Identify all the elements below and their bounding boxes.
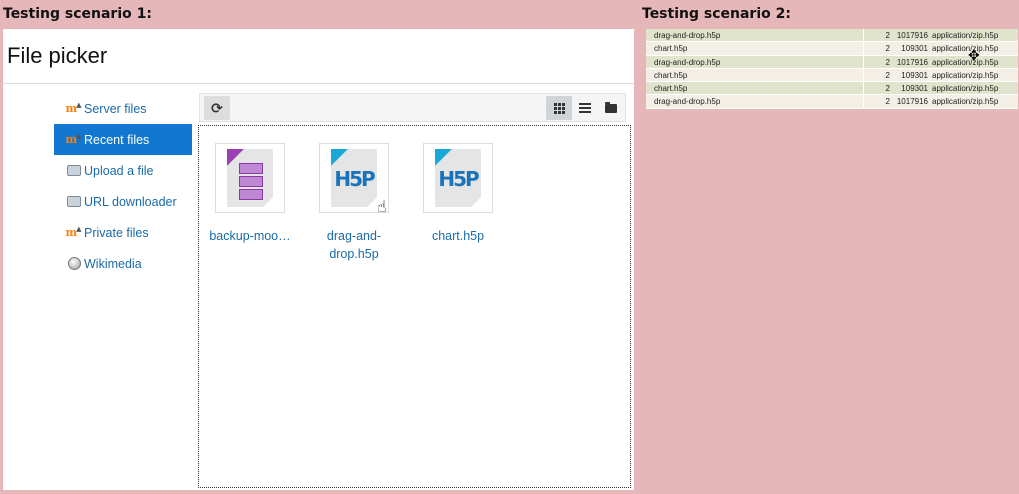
refresh-button[interactable]: ⟳ — [204, 96, 230, 120]
file-name: drag-and-drop.h5p — [326, 229, 382, 261]
view-tree-button[interactable] — [598, 96, 624, 120]
sidebar-item-upload-file[interactable]: Upload a file — [54, 155, 192, 186]
sidebar-item-wikimedia[interactable]: Wikimedia — [54, 248, 192, 279]
list-icon — [579, 103, 591, 113]
file-name: chart.h5p — [431, 229, 485, 243]
table-row[interactable]: drag-and-drop.h5p 2 1017916 application/… — [646, 55, 1018, 69]
sidebar-item-label: Server files — [84, 101, 147, 116]
scenario-2-label: Testing scenario 2: — [642, 6, 791, 22]
upload-icon — [67, 196, 81, 207]
view-icons-button[interactable] — [546, 96, 572, 120]
file-thumbnail: H5P ☝ — [319, 143, 389, 216]
file-thumbnail: H5P — [423, 143, 493, 213]
sidebar-item-label: URL downloader — [84, 194, 177, 209]
file-item-chart[interactable]: H5P chart.h5p — [411, 143, 505, 245]
view-list-button[interactable] — [572, 96, 598, 120]
sidebar-item-label: Wikimedia — [84, 256, 142, 271]
sidebar-item-url-downloader[interactable]: URL downloader — [54, 186, 192, 217]
file-thumbnail — [215, 143, 285, 213]
h5p-file-icon: H5P — [331, 149, 377, 207]
file-toolbar: ⟳ — [199, 93, 626, 122]
table-row[interactable]: chart.h5p 2 109301 application/zip.h5p — [646, 42, 1018, 56]
file-name: backup-moo… — [209, 229, 291, 243]
file-table: drag-and-drop.h5p 2 1017916 application/… — [646, 29, 1018, 109]
sidebar-item-label: Recent files — [84, 132, 150, 147]
backup-file-icon — [227, 149, 273, 207]
h5p-file-icon: H5P — [435, 149, 481, 207]
file-list-area: backup-moo… H5P ☝ drag-and-drop.h5p H5P … — [198, 125, 631, 488]
file-picker-dialog: File picker m ▲ Server files m ▲ Recent fi… — [3, 29, 634, 490]
grid-icon — [553, 102, 565, 114]
refresh-icon: ⟳ — [211, 99, 223, 116]
sidebar-item-private-files[interactable]: m ▲ Private files — [54, 217, 192, 248]
picker-title: File picker — [7, 43, 108, 68]
table-row[interactable]: drag-and-drop.h5p 2 1017916 application/… — [646, 95, 1018, 109]
hand-cursor-icon: ☝ — [377, 199, 387, 216]
moodle-icon: m ▲ — [65, 100, 82, 115]
scenario-1-label: Testing scenario 1: — [3, 6, 152, 22]
repository-sidebar: m ▲ Server files m ▲ Recent files Upload a… — [54, 93, 192, 279]
sidebar-item-server-files[interactable]: m ▲ Server files — [54, 93, 192, 124]
moodle-icon: m ▲ — [65, 224, 82, 239]
table-row[interactable]: chart.h5p 2 109301 application/zip.h5p — [646, 82, 1018, 96]
upload-icon — [67, 165, 81, 176]
move-cursor-icon: ✥ — [968, 47, 980, 63]
picker-header: File picker — [3, 29, 634, 84]
sidebar-item-label: Upload a file — [84, 163, 154, 178]
file-item-drag-and-drop[interactable]: H5P ☝ drag-and-drop.h5p — [307, 143, 401, 263]
table-row[interactable]: chart.h5p 2 109301 application/zip.h5p — [646, 68, 1018, 83]
wikimedia-icon — [67, 257, 81, 270]
moodle-icon: m ▲ — [65, 131, 82, 146]
file-item-backup[interactable]: backup-moo… — [203, 143, 297, 245]
sidebar-item-recent-files[interactable]: m ▲ Recent files — [54, 124, 192, 155]
sidebar-item-label: Private files — [84, 225, 149, 240]
folder-icon — [605, 101, 617, 113]
table-row[interactable]: drag-and-drop.h5p 2 1017916 application/… — [646, 29, 1018, 43]
